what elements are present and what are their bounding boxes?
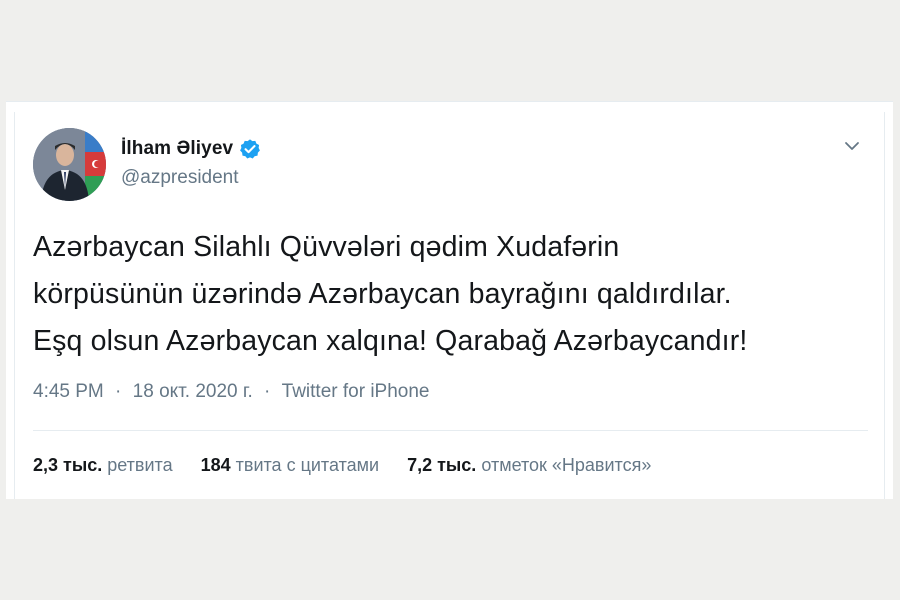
meta-separator: · <box>264 381 271 402</box>
likes-stat[interactable]: 7,2 тыс. отметок «Нравится» <box>407 455 651 476</box>
retweets-count: 2,3 тыс. <box>33 455 103 475</box>
tweet-meta: 4:45 PM · 18 окт. 2020 г. · Twitter for … <box>33 381 430 403</box>
chevron-down-icon[interactable] <box>842 136 862 156</box>
likes-count: 7,2 тыс. <box>407 455 477 475</box>
tweet-source[interactable]: Twitter for iPhone <box>282 381 430 403</box>
verified-badge-icon <box>239 138 261 160</box>
likes-label: отметок «Нравится» <box>481 455 652 475</box>
tweet-text-line: körpüsünün üzərində Azərbaycan bayrağını… <box>33 278 732 310</box>
meta-separator: · <box>115 381 122 402</box>
name-row: İlham Əliyev <box>121 136 261 162</box>
display-name[interactable]: İlham Əliyev <box>121 138 233 160</box>
tweet-text: Azərbaycan Silahlı Qüvvələri qədim Xudaf… <box>33 224 873 365</box>
page: İlham Əliyev @azpresident Azərbaycan Sil… <box>0 0 900 600</box>
tweet-stats: 2,3 тыс. ретвита 184 твита с цитатами 7,… <box>33 455 651 476</box>
tweet-text-line: Eşq olsun Azərbaycan xalqına! Qarabağ Az… <box>33 325 748 357</box>
quotes-count: 184 <box>200 455 231 475</box>
tweet-date[interactable]: 18 окт. 2020 г. <box>133 381 253 403</box>
avatar-image <box>33 128 106 201</box>
user-handle[interactable]: @azpresident <box>121 167 239 189</box>
quotes-label: твита с цитатами <box>235 455 380 475</box>
tweet-inner: İlham Əliyev @azpresident Azərbaycan Sil… <box>14 112 885 499</box>
tweet-time[interactable]: 4:45 PM <box>33 381 104 403</box>
retweets-label: ретвита <box>107 455 173 475</box>
quotes-stat[interactable]: 184 твита с цитатами <box>201 455 379 476</box>
tweet-text-line: Azərbaycan Silahlı Qüvvələri qədim Xudaf… <box>33 231 620 263</box>
tweet-card: İlham Əliyev @azpresident Azərbaycan Sil… <box>6 101 893 499</box>
retweets-stat[interactable]: 2,3 тыс. ретвита <box>33 455 173 476</box>
avatar[interactable] <box>33 128 106 201</box>
divider <box>33 430 868 431</box>
